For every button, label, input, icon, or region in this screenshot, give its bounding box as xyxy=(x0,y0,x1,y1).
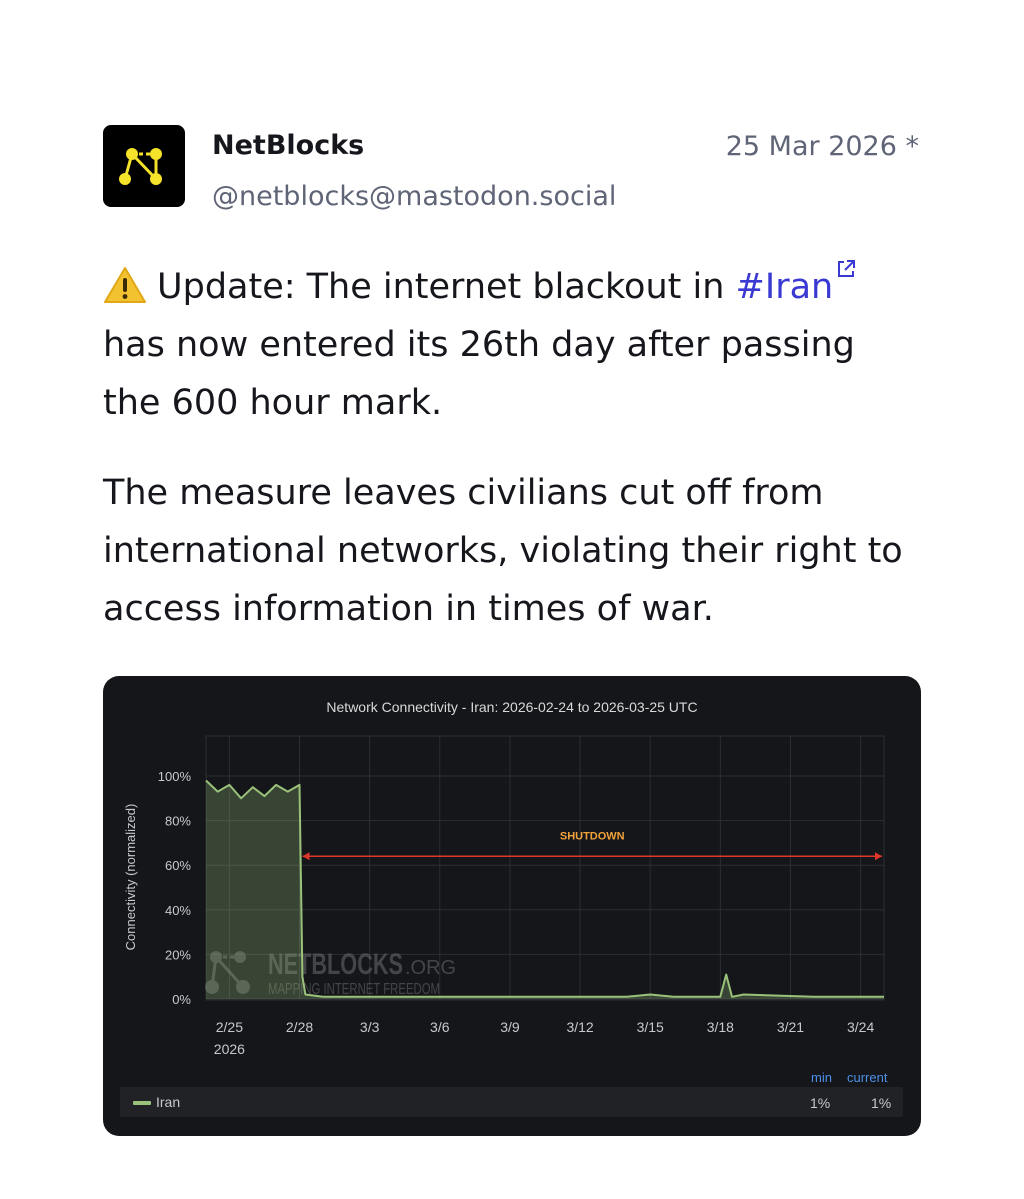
shutdown-arrow-right xyxy=(875,852,882,861)
legend-current-value: 1% xyxy=(871,1095,892,1111)
legend-current-header[interactable]: current xyxy=(847,1070,887,1085)
author-handle[interactable]: @netblocks@mastodon.social xyxy=(212,181,616,212)
connectivity-chart: Network Connectivity - Iran: 2026-02-24 … xyxy=(123,699,885,1057)
y-tick-label: 20% xyxy=(165,947,191,962)
x-tick-label: 2/28 xyxy=(286,1019,313,1035)
legend-min-header[interactable]: min xyxy=(811,1070,832,1085)
x-tick-label: 3/18 xyxy=(707,1019,734,1035)
post-paragraph-2: The measure leaves civilians cut off fro… xyxy=(103,473,903,629)
shutdown-annotation: SHUTDOWN xyxy=(302,830,882,861)
x-tick-label: 3/24 xyxy=(847,1019,874,1035)
y-tick-label: 0% xyxy=(172,992,191,1007)
y-tick-label: 60% xyxy=(165,858,191,873)
x-tick-label: 3/3 xyxy=(360,1019,380,1035)
x-tick-label: 3/6 xyxy=(430,1019,450,1035)
x-tick-label: 3/15 xyxy=(637,1019,664,1035)
legend-swatch xyxy=(133,1101,151,1105)
hashtag-link[interactable]: #Iran xyxy=(736,267,834,307)
y-tick-label: 40% xyxy=(165,903,191,918)
post-body: Update: The internet blackout in #Iran ha… xyxy=(103,258,923,670)
x-tick-label: 2/25 xyxy=(216,1019,243,1035)
x-tick-label: 3/21 xyxy=(777,1019,804,1035)
x-tick-label: 3/9 xyxy=(500,1019,520,1035)
post-date[interactable]: 25 Mar 2026 * xyxy=(726,131,919,162)
chart-card[interactable]: Network Connectivity - Iran: 2026-02-24 … xyxy=(103,676,921,1136)
watermark-domain: .ORG xyxy=(405,957,456,979)
y-axis-label: Connectivity (normalized) xyxy=(123,804,138,951)
external-link-icon[interactable] xyxy=(835,258,857,280)
legend-row[interactable]: Iran 1% 1% xyxy=(120,1087,903,1117)
legend-min-value: 1% xyxy=(810,1095,831,1111)
x-tick-label: 3/12 xyxy=(566,1019,593,1035)
x-tick-year: 2026 xyxy=(214,1041,245,1057)
y-tick-label: 80% xyxy=(165,814,191,829)
post-paragraph-1: Update: The internet blackout in #Iran ha… xyxy=(103,258,923,432)
post-text-prefix: Update: The internet blackout in xyxy=(157,267,725,307)
y-tick-label: 100% xyxy=(158,769,192,784)
warning-icon xyxy=(104,267,146,303)
avatar[interactable] xyxy=(103,125,185,207)
chart-title: Network Connectivity - Iran: 2026-02-24 … xyxy=(326,699,697,715)
shutdown-label: SHUTDOWN xyxy=(560,830,625,842)
netblocks-logo-icon xyxy=(119,148,162,185)
post-text-suffix: has now entered its 26th day after passi… xyxy=(103,325,855,423)
author-name[interactable]: NetBlocks xyxy=(212,130,364,161)
shutdown-arrow-left xyxy=(302,852,310,861)
legend-series-name: Iran xyxy=(156,1094,181,1110)
